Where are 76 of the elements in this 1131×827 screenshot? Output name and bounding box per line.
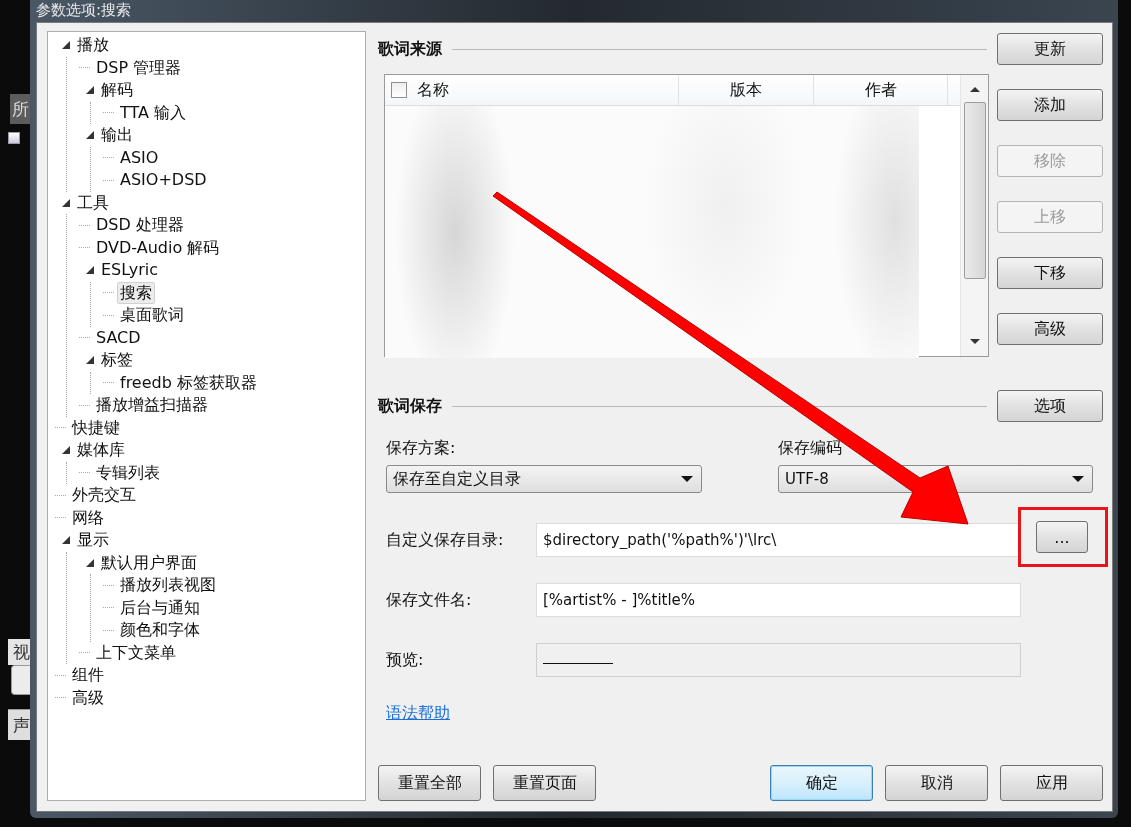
field-label: 自定义保存目录: bbox=[386, 529, 505, 551]
input-field[interactable]: $directory_path('%path%')'\lrc\ bbox=[536, 523, 1021, 557]
tree-item[interactable]: 播放列表视图 bbox=[117, 574, 219, 597]
expand-icon[interactable] bbox=[62, 536, 70, 545]
tree-item[interactable]: DSP 管理器 bbox=[93, 56, 185, 79]
column-header[interactable]: 版本 bbox=[679, 75, 814, 105]
tree-item[interactable]: 外壳交互 bbox=[69, 484, 139, 507]
dropdown-value: 保存至自定义目录 bbox=[393, 468, 521, 490]
side-button[interactable]: 添加 bbox=[997, 89, 1103, 121]
tree-item[interactable]: 输出 bbox=[98, 124, 136, 147]
tree-item[interactable]: SACD bbox=[93, 326, 144, 349]
expand-icon[interactable] bbox=[86, 131, 94, 140]
window-title: 参数选项:搜索 bbox=[36, 2, 132, 18]
dropdown[interactable]: 保存至自定义目录 bbox=[386, 465, 702, 493]
dropdown-value: UTF-8 bbox=[785, 470, 829, 488]
section-heading: 歌词保存 bbox=[378, 395, 442, 417]
tree-item[interactable]: ESLyric bbox=[98, 259, 161, 282]
column-header[interactable]: 名称 bbox=[385, 75, 679, 105]
expand-icon[interactable] bbox=[62, 198, 70, 207]
field-label: 保存方案: bbox=[386, 438, 457, 459]
field-label: 保存编码 bbox=[778, 438, 843, 459]
tree-item[interactable]: 默认用户界面 bbox=[98, 551, 200, 574]
column-title: 名称 bbox=[417, 79, 449, 101]
tree-item[interactable]: 颜色和字体 bbox=[117, 619, 203, 642]
tree-item[interactable]: 上下文菜单 bbox=[93, 641, 179, 664]
tree-item[interactable]: 工具 bbox=[74, 191, 112, 214]
tree-item[interactable]: 专辑列表 bbox=[93, 461, 163, 484]
tab-label: 所 bbox=[10, 94, 30, 124]
caret-icon bbox=[681, 476, 693, 482]
tree-item[interactable]: 组件 bbox=[69, 664, 107, 687]
options-button[interactable]: 选项 bbox=[997, 390, 1103, 422]
side-button[interactable]: 更新 bbox=[997, 33, 1103, 65]
dialog-button[interactable]: 确定 bbox=[770, 765, 873, 801]
expand-icon[interactable] bbox=[86, 558, 94, 567]
tree-item[interactable]: DSD 处理器 bbox=[93, 214, 187, 237]
side-button[interactable]: 高级 bbox=[997, 313, 1103, 345]
dialog-button[interactable]: 重置全部 bbox=[378, 765, 481, 801]
scrollbar[interactable] bbox=[960, 75, 988, 356]
dialog-button[interactable]: 应用 bbox=[1000, 765, 1103, 801]
field-label: 预览: bbox=[386, 649, 425, 671]
tree-item[interactable]: freedb 标签获取器 bbox=[117, 371, 260, 394]
tab-label: 声 bbox=[8, 709, 30, 740]
tree-item[interactable]: 播放增益扫描器 bbox=[93, 394, 211, 417]
checkbox[interactable] bbox=[391, 82, 407, 98]
input-field[interactable]: [%artist% - ]%title% bbox=[536, 583, 1021, 617]
caret-icon bbox=[1072, 476, 1084, 482]
expand-icon[interactable] bbox=[62, 41, 70, 50]
tree-item[interactable]: TTA 输入 bbox=[117, 101, 190, 124]
help-link[interactable]: 语法帮助 bbox=[386, 703, 450, 724]
dialog-button[interactable]: 重置页面 bbox=[493, 765, 596, 801]
tree-item[interactable]: 高级 bbox=[69, 686, 107, 709]
tree-item[interactable]: ASIO+DSD bbox=[117, 169, 210, 192]
tree-item[interactable]: ASIO bbox=[117, 146, 162, 169]
tree-item[interactable]: DVD-Audio 解码 bbox=[93, 236, 223, 259]
field-label: 保存文件名: bbox=[386, 589, 473, 611]
expand-icon[interactable] bbox=[86, 356, 94, 365]
tree-item[interactable]: 播放 bbox=[74, 34, 112, 57]
section-heading: 歌词来源 bbox=[378, 38, 442, 60]
tree-item[interactable]: 网络 bbox=[69, 506, 107, 529]
tab-label: 视 bbox=[8, 639, 30, 665]
browse-button[interactable]: ... bbox=[1036, 521, 1088, 553]
tree-item[interactable]: 后台与通知 bbox=[117, 596, 203, 619]
expand-icon[interactable] bbox=[62, 446, 70, 455]
button-edge bbox=[11, 665, 30, 695]
expand-icon[interactable] bbox=[86, 86, 94, 95]
dialog-button[interactable]: 取消 bbox=[885, 765, 988, 801]
expand-icon[interactable] bbox=[86, 266, 94, 275]
tree-item[interactable]: 标签 bbox=[98, 349, 136, 372]
tree-item[interactable]: 媒体库 bbox=[74, 439, 128, 462]
tree-item[interactable]: 搜索 bbox=[117, 281, 155, 304]
tree-item[interactable]: 快捷键 bbox=[69, 416, 123, 439]
tree-item[interactable]: 桌面歌词 bbox=[117, 304, 187, 327]
tree-item[interactable]: 解码 bbox=[98, 79, 136, 102]
tree-item[interactable]: 显示 bbox=[74, 529, 112, 552]
column-header[interactable]: 作者 bbox=[814, 75, 948, 105]
side-button[interactable]: 下移 bbox=[997, 257, 1103, 289]
